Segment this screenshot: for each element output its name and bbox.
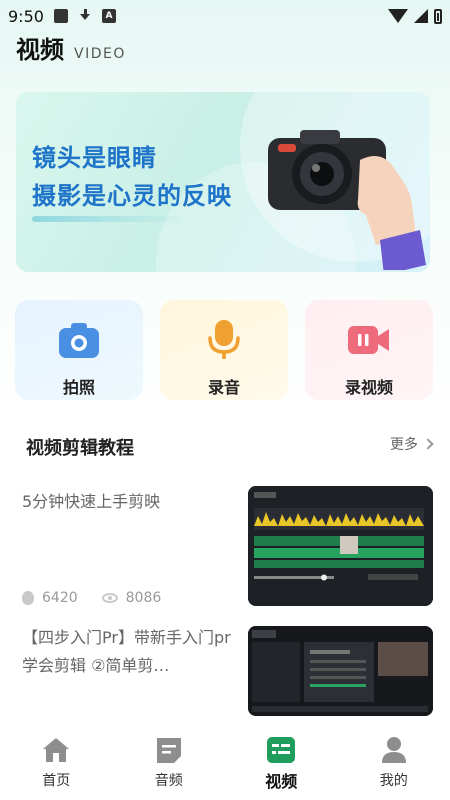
video-record-label: 录视频 xyxy=(344,378,393,397)
banner-subheadline: 摄影是心灵的反映 xyxy=(32,182,232,210)
audio-record-action[interactable]: 录音 xyxy=(160,300,288,400)
wifi-icon xyxy=(388,9,408,23)
audio-doc-icon xyxy=(156,738,181,763)
download-icon xyxy=(78,9,92,23)
nav-home-label: 首页 xyxy=(42,773,71,789)
status-bar: 9:50 A xyxy=(0,0,450,32)
nav-video[interactable]: 视频 xyxy=(225,718,338,800)
page-subtitle: VIDEO xyxy=(74,46,126,62)
fire-icon xyxy=(22,591,34,605)
battery-icon xyxy=(434,8,442,24)
photo-action-label: 拍照 xyxy=(62,378,95,397)
more-link[interactable]: 更多 xyxy=(390,434,434,454)
camera-icon xyxy=(59,323,99,358)
nav-home[interactable]: 首页 xyxy=(0,718,113,800)
audio-record-label: 录音 xyxy=(207,378,240,397)
tutorial-thumbnail[interactable] xyxy=(248,486,433,606)
signal-icon xyxy=(414,9,428,23)
home-icon xyxy=(43,738,70,762)
page-header: 视频 VIDEO xyxy=(16,30,126,65)
more-link-label: 更多 xyxy=(390,437,418,453)
photo-action[interactable]: 拍照 xyxy=(15,300,143,400)
eye-icon xyxy=(101,593,118,603)
profile-icon xyxy=(381,737,406,763)
nav-profile-label: 我的 xyxy=(379,773,408,789)
tutorial-title[interactable]: 5分钟快速上手剪映 xyxy=(22,488,232,516)
nav-audio-label: 音频 xyxy=(154,773,183,789)
app-notification-icon: A xyxy=(101,9,116,23)
nav-audio[interactable]: 音频 xyxy=(113,718,226,800)
page-title: 视频 xyxy=(16,36,64,64)
microphone-icon xyxy=(208,320,240,359)
promo-banner[interactable]: 镜头是眼睛 摄影是心灵的反映 xyxy=(16,92,430,272)
tutorial-thumbnail[interactable] xyxy=(248,626,433,716)
video-icon xyxy=(267,737,296,763)
nav-profile[interactable]: 我的 xyxy=(338,718,450,800)
camera-hand-illustration xyxy=(268,130,426,270)
tutorial-title[interactable]: 【四步入门Pr】带新手入门pr学会剪辑 ②简单剪… xyxy=(22,624,232,680)
video-record-action[interactable]: 录视频 xyxy=(305,300,433,400)
chevron-right-icon xyxy=(422,438,434,450)
likes-count: 6420 xyxy=(42,590,78,606)
bottom-navigation: 首页 音频 视频 我的 xyxy=(0,718,450,800)
section-title: 视频剪辑教程 xyxy=(26,438,134,459)
banner-accent-bar xyxy=(32,216,182,222)
image-notification-icon xyxy=(53,9,68,23)
status-time: 9:50 xyxy=(8,6,44,26)
tutorial-stats: 6420 8086 xyxy=(22,590,185,606)
video-record-icon xyxy=(348,326,389,354)
nav-video-label: 视频 xyxy=(265,772,298,791)
views-stat: 8086 xyxy=(101,590,162,606)
likes-stat: 6420 xyxy=(22,590,78,606)
views-count: 8086 xyxy=(125,590,162,606)
banner-headline: 镜头是眼睛 xyxy=(32,144,157,172)
